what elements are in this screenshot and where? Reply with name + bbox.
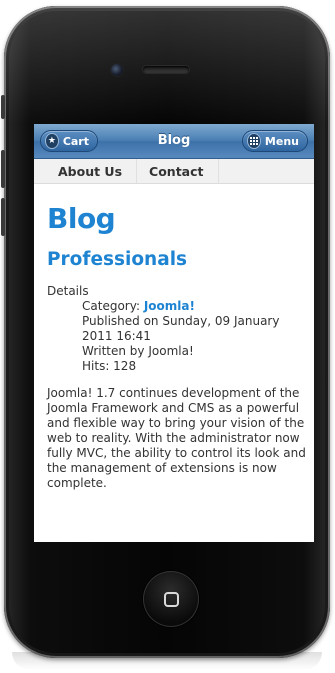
details-category: Category: Joomla! <box>82 299 307 314</box>
nav-item-about-us[interactable]: About Us <box>34 159 138 183</box>
details-hits: Hits: 128 <box>82 359 137 373</box>
phone-reflection <box>12 652 322 670</box>
details-heading: Details <box>47 284 89 298</box>
star-icon: ★ <box>45 133 59 149</box>
nav-item-contact[interactable]: Contact <box>137 159 219 183</box>
volume-up-button[interactable] <box>1 150 5 188</box>
details-author: Written by Joomla! <box>82 344 194 358</box>
phone-screen: ★ Cart Blog Menu About Us Contact Blog P… <box>34 124 314 542</box>
home-square-icon <box>163 591 179 607</box>
main-content: Blog Professionals Details Category: Joo… <box>47 188 307 491</box>
article-body: Joomla! 1.7 continues development of the… <box>47 386 306 490</box>
volume-down-button[interactable] <box>1 198 5 236</box>
earpiece-speaker <box>143 66 189 73</box>
home-button[interactable] <box>143 571 199 627</box>
page-title: Blog <box>47 202 116 235</box>
category-prefix: Category: <box>82 299 144 313</box>
nav-bar: About Us Contact <box>34 159 314 184</box>
article-title-link[interactable]: Professionals <box>47 249 307 270</box>
front-camera <box>111 64 123 76</box>
category-link[interactable]: Joomla! <box>144 299 195 313</box>
menu-button-label: Menu <box>264 134 299 148</box>
cart-button-label: Cart <box>62 134 89 148</box>
grid-icon <box>247 133 261 149</box>
top-toolbar: ★ Cart Blog Menu <box>34 124 314 159</box>
cart-button[interactable]: ★ Cart <box>40 130 98 152</box>
menu-button[interactable]: Menu <box>242 130 308 152</box>
mute-switch[interactable] <box>1 95 5 119</box>
article-details: Details Category: Joomla! Published on S… <box>47 284 307 374</box>
details-published: Published on Sunday, 09 January 2011 16:… <box>82 314 280 343</box>
